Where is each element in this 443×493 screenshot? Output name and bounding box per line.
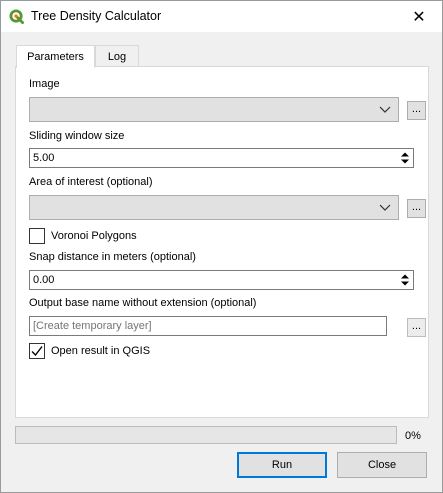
dialog-window: Tree Density Calculator ✕ Parameters Log… [0,0,443,493]
qgis-logo-icon [9,9,24,24]
parameters-panel: Image ... Sliding window size 5.00 Area … [15,66,429,418]
spin-arrows-icon[interactable] [398,272,412,288]
snap-distance-spinbox[interactable]: 0.00 [29,270,414,290]
close-window-button[interactable]: ✕ [396,1,442,32]
progress-percent: 0% [405,430,421,442]
window-title: Tree Density Calculator [31,9,162,23]
image-browse-label: ... [411,103,422,115]
close-button-label: Close [367,459,397,471]
sliding-window-spinbox[interactable]: 5.00 [29,148,414,168]
tab-log-label: Log [107,50,127,63]
image-combobox[interactable] [29,97,399,122]
chevron-down-icon [379,204,391,211]
image-browse-button[interactable]: ... [407,101,426,120]
area-of-interest-label: Area of interest (optional) [29,176,153,188]
snap-distance-label: Snap distance in meters (optional) [29,251,196,263]
tab-parameters[interactable]: Parameters [16,45,95,68]
run-button[interactable]: Run [237,452,327,478]
output-name-label: Output base name without extension (opti… [29,297,257,309]
open-in-qgis-checkbox[interactable] [29,343,45,359]
tab-parameters-label: Parameters [27,51,84,63]
run-button-label: Run [271,459,293,471]
area-of-interest-combobox[interactable] [29,195,399,220]
aoi-browse-label: ... [411,201,422,213]
voronoi-checkbox[interactable] [29,228,45,244]
checkmark-icon [31,346,43,357]
voronoi-label: Voronoi Polygons [51,230,137,242]
output-browse-button[interactable]: ... [407,318,426,337]
aoi-browse-button[interactable]: ... [407,199,426,218]
sliding-window-label: Sliding window size [29,130,125,142]
tab-log[interactable]: Log [95,45,139,67]
chevron-down-icon [379,106,391,113]
sliding-window-value: 5.00 [33,152,55,164]
close-icon: ✕ [412,8,426,26]
progress-bar [15,426,397,444]
snap-distance-value: 0.00 [33,274,55,286]
title-bar[interactable]: Tree Density Calculator ✕ [1,1,442,32]
spin-arrows-icon[interactable] [398,150,412,166]
output-browse-label: ... [411,320,422,332]
image-label: Image [29,78,60,90]
close-button[interactable]: Close [337,452,427,478]
output-name-input[interactable] [29,316,387,336]
open-in-qgis-label: Open result in QGIS [51,345,151,357]
